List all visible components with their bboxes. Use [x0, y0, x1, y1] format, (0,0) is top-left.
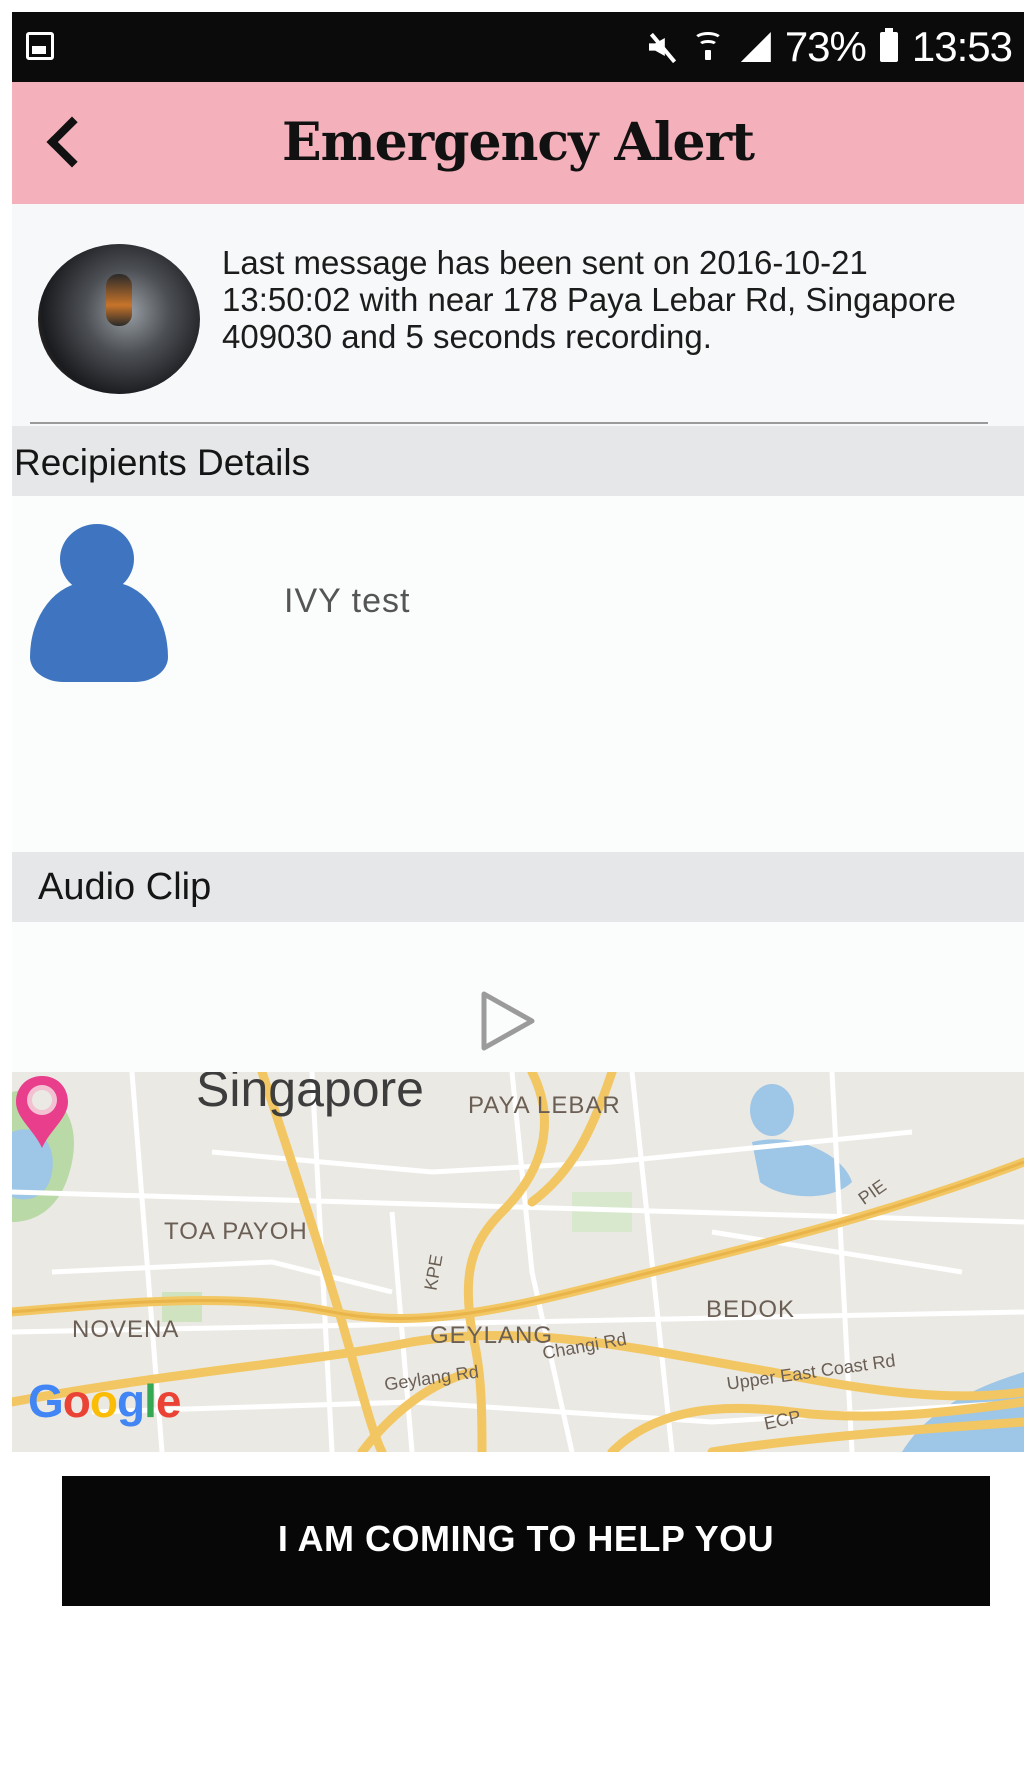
recipients-section-header: Recipients Details — [12, 426, 1024, 496]
recipients-list: IVY test — [12, 496, 1024, 852]
last-message-text: Last message has been sent on 2016-10-21… — [222, 244, 956, 355]
map-label-bedok: BEDOK — [706, 1296, 796, 1323]
recipients-heading: Recipients Details — [14, 442, 311, 483]
recipient-name[interactable]: IVY test — [284, 582, 410, 621]
clock: 13:53 — [911, 23, 1013, 70]
audio-section-header: Audio Clip — [12, 852, 1024, 922]
action-area: I AM COMING TO HELP YOU — [12, 1452, 1024, 1783]
divider — [30, 422, 988, 424]
location-pin-icon[interactable] — [12, 1072, 72, 1152]
gallery-icon — [26, 32, 54, 60]
map-label-city: Singapore — [196, 1072, 424, 1117]
audio-player — [12, 922, 1024, 1072]
audio-heading: Audio Clip — [38, 866, 212, 908]
location-map[interactable]: Singapore PAYA LEBAR TOA PAYOH NOVENA GE… — [12, 1072, 1024, 1452]
map-label-geylang: GEYLANG — [430, 1322, 554, 1349]
signal-icon — [737, 30, 771, 64]
map-label-novena: NOVENA — [72, 1316, 180, 1343]
status-right: 73% 13:53 — [645, 18, 1013, 76]
page-title: Emergency Alert — [282, 112, 755, 173]
mute-icon — [645, 30, 679, 64]
coming-to-help-button[interactable]: I AM COMING TO HELP YOU — [62, 1476, 990, 1606]
map-label-paya-lebar: PAYA LEBAR — [468, 1092, 621, 1119]
status-bar: 73% 13:53 — [12, 12, 1024, 82]
sender-avatar — [38, 244, 200, 394]
wifi-icon — [692, 30, 723, 64]
play-icon[interactable] — [478, 990, 538, 1052]
app-header: Emergency Alert — [12, 82, 1024, 204]
app-screen: 73% 13:53 Emergency Alert Last message h… — [12, 12, 1024, 1783]
battery-percent: 73% — [784, 23, 867, 70]
person-icon — [30, 524, 170, 682]
map-label-toa-payoh: TOA PAYOH — [164, 1218, 308, 1245]
google-logo: Google — [28, 1375, 181, 1427]
battery-icon — [879, 28, 898, 62]
last-message-card: Last message has been sent on 2016-10-21… — [12, 204, 1024, 422]
